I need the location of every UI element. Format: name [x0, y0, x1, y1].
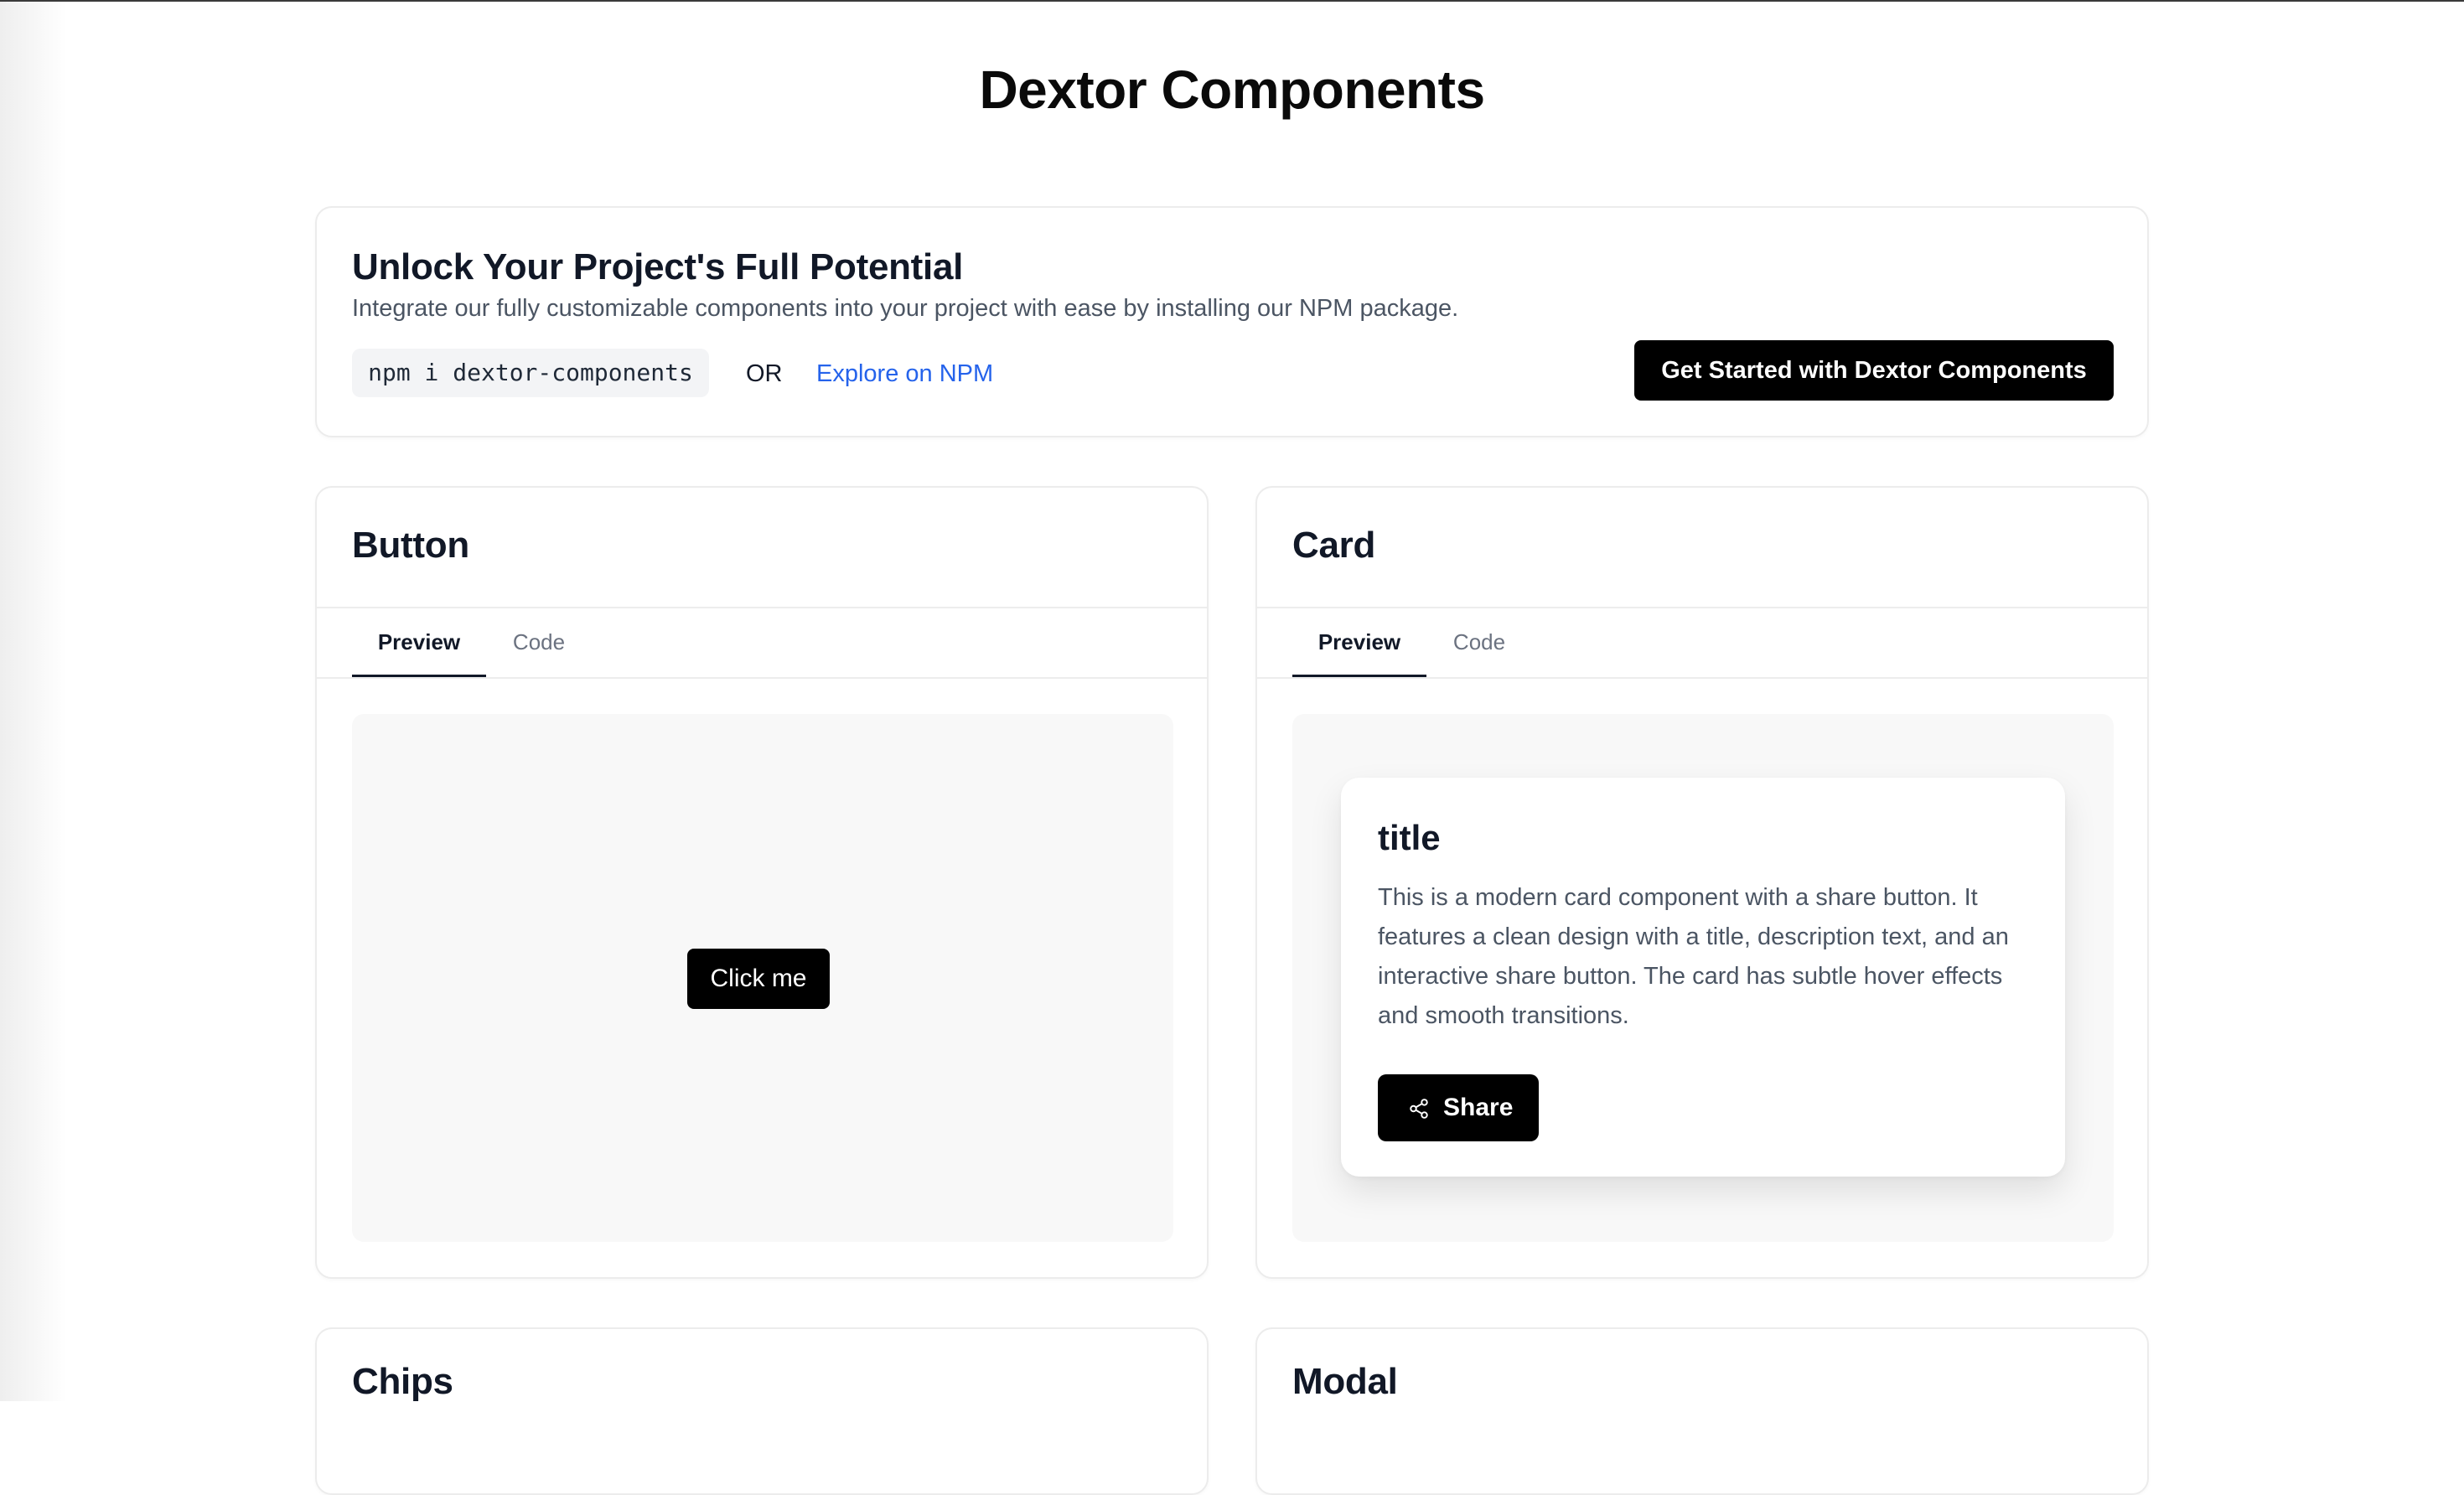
or-separator: OR [746, 360, 783, 387]
card-component-card: Card Preview Code title This is a modern… [1255, 486, 2149, 1279]
tab-bar: Preview Code [1292, 608, 2114, 677]
tabs-divider [317, 677, 1207, 679]
page: Dextor Components Unlock Your Project's … [0, 0, 2464, 1495]
component-title: Card [1292, 525, 1376, 566]
left-shadow [0, 2, 67, 1401]
install-command[interactable]: npm i dextor-components [352, 349, 709, 397]
banner-description: Integrate our fully customizable compone… [352, 295, 1459, 322]
component-title: Modal [1292, 1361, 1398, 1402]
tab-label: Code [512, 629, 566, 654]
card-preview-area: title This is a modern card component wi… [1292, 714, 2114, 1242]
share-button[interactable]: Share [1378, 1074, 1539, 1141]
component-title: Button [352, 525, 469, 566]
demo-card-title: title [1378, 818, 1441, 857]
click-me-button[interactable]: Click me [687, 949, 830, 1009]
button-preview-area: Click me [352, 714, 1173, 1242]
banner-heading: Unlock Your Project's Full Potential [352, 246, 964, 287]
share-icon [1410, 1099, 1428, 1119]
tab-label: Preview [1317, 629, 1401, 654]
component-title: Chips [352, 1361, 453, 1402]
modal-component-card: Modal [1255, 1327, 2149, 1495]
install-banner: Unlock Your Project's Full Potential Int… [315, 206, 2149, 437]
page-title: Dextor Components [979, 59, 1485, 120]
tab-bar: Preview Code [352, 608, 1173, 677]
button-component-card: Button Preview Code Click me [315, 486, 1209, 1279]
tabs-divider [1257, 677, 2147, 679]
tab-code[interactable]: Code [1443, 608, 1515, 677]
tab-label: Preview [377, 629, 461, 654]
tab-preview[interactable]: Preview [1292, 608, 1426, 677]
demo-card: title This is a modern card component wi… [1341, 778, 2065, 1177]
explore-npm-link[interactable]: Explore on NPM [816, 360, 993, 388]
tab-preview[interactable]: Preview [352, 608, 486, 677]
top-divider [0, 0, 2464, 2]
get-started-button[interactable]: Get Started with Dextor Components [1634, 340, 2114, 401]
chips-component-card: Chips [315, 1327, 1209, 1495]
tab-code[interactable]: Code [503, 608, 575, 677]
share-label: Share [1443, 1094, 1514, 1121]
demo-card-description: This is a modern card component with a s… [1378, 884, 2009, 1029]
tab-label: Code [1452, 629, 1506, 654]
